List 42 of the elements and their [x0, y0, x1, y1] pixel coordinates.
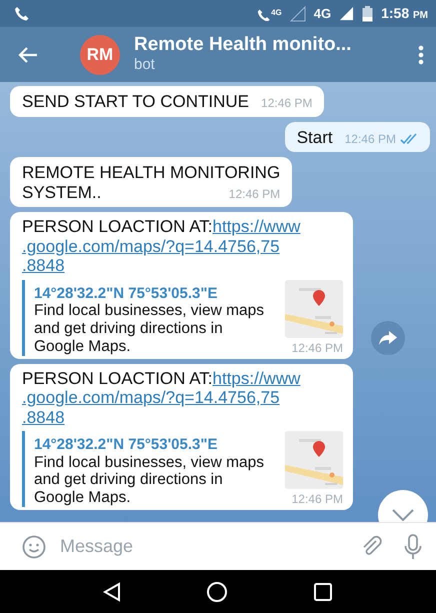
message-text: SEND START TO CONTINUE [22, 92, 250, 111]
message-time: 12:46 PM [292, 342, 343, 356]
link[interactable]: .8848 [22, 256, 65, 276]
battery-icon [362, 6, 374, 22]
menu-button[interactable] [418, 44, 424, 64]
link[interactable]: .google.com/maps/?q=14.4756,75 [22, 388, 280, 408]
signal-icon [290, 6, 306, 22]
link[interactable]: https://www [212, 217, 300, 236]
preview-description: Find local businesses, view maps and get driving directions in Google Maps. [34, 302, 266, 356]
message-text: Start [296, 128, 333, 147]
signal-icon [339, 6, 354, 21]
home-button[interactable] [206, 580, 228, 602]
link[interactable]: https://www [212, 368, 300, 388]
link[interactable]: .8848 [22, 408, 65, 427]
message-text: REMOTE HEALTH MONITORING [22, 163, 280, 183]
message-text: PERSON LOACTION AT: [22, 368, 213, 388]
share-arrow-icon [379, 330, 397, 345]
microphone-icon[interactable] [404, 534, 422, 560]
share-button[interactable] [371, 320, 405, 355]
preview-description: Find local businesses, view maps and get driving directions in Google Maps. [34, 454, 266, 508]
network-label: 4G [271, 6, 282, 18]
message-time: 12:46 PM [261, 97, 312, 111]
chevron-down-icon [392, 509, 414, 521]
chat-subtitle: bot [134, 56, 156, 74]
back-button[interactable] [102, 582, 121, 602]
link[interactable]: .google.com/maps/?q=14.4756,75 [22, 236, 280, 256]
phone-icon [14, 6, 30, 22]
message-time: 12:46 PM [292, 493, 343, 508]
avatar[interactable]: RM [80, 34, 120, 74]
recents-button[interactable] [313, 582, 334, 602]
message-time: 12:46 PM [228, 188, 280, 202]
emoji-icon[interactable] [22, 534, 46, 558]
network-label: 4G [314, 4, 332, 23]
chat-title: Remote Health monito... [134, 35, 352, 56]
call-icon [257, 6, 272, 20]
message-time: 12:46 PM [344, 132, 396, 146]
message-field[interactable]: Message [58, 532, 348, 561]
preview-title: 14°28'32.2"N 75°53'05.3"E [34, 284, 218, 302]
message-text: SYSTEM.. [22, 182, 102, 202]
preview-title: 14°28'32.2"N 75°53'05.3"E [34, 436, 218, 454]
message-text: PERSON LOACTION AT: [22, 217, 213, 236]
clock: 1:58 PM [381, 4, 428, 23]
